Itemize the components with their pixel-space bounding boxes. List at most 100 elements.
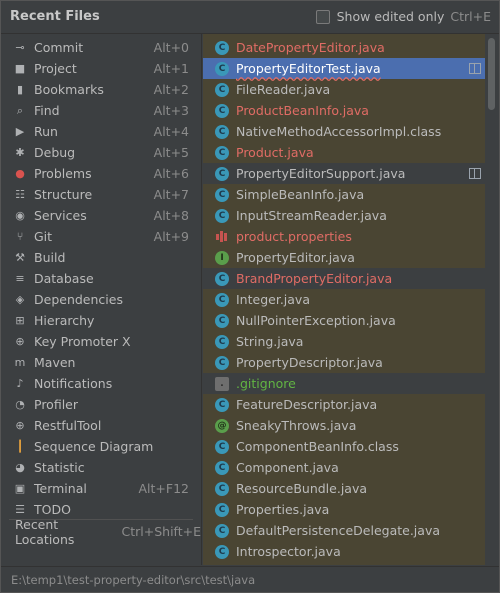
tool-window-notifications[interactable]: ♪ Notifications [1,373,201,394]
tool-window-statistic[interactable]: ◕ Statistic [1,457,201,478]
action-shortcut: Alt+0 [153,40,189,55]
recent-file-item[interactable]: C NativeMethodAccessorImpl.class [203,121,487,142]
file-name: Component.java [236,460,339,475]
java-class-icon: C [215,166,229,181]
action-label: Run [34,124,58,139]
java-class-icon: C [215,397,229,412]
recent-file-item[interactable]: C ProductBeanInfo.java [203,100,487,121]
java-class-icon: C [215,61,229,76]
scrollbar-thumb[interactable] [488,38,495,110]
java-class-icon: C [215,460,229,475]
file-name: product.properties [236,229,352,244]
terminal-icon: ▣ [14,482,26,495]
popup-title: Recent Files [10,9,100,24]
tool-window-find[interactable]: ⌕ Find Alt+3 [1,100,201,121]
show-edited-shortcut: Ctrl+E [450,9,491,24]
recent-file-item[interactable]: C BrandPropertyEditor.java [203,268,487,289]
tool-window-structure[interactable]: ☷ Structure Alt+7 [1,184,201,205]
tool-window-project[interactable]: ■ Project Alt+1 [1,58,201,79]
tool-window-bookmarks[interactable]: ▮ Bookmarks Alt+2 [1,79,201,100]
profiler-icon: ◔ [15,398,25,411]
tool-window-dependencies[interactable]: ◈ Dependencies [1,289,201,310]
recent-file-item[interactable]: C Introspector.java [203,541,487,562]
recent-file-item[interactable]: C FeatureDescriptor.java [203,394,487,415]
recent-file-item[interactable]: C InputStreamReader.java [203,205,487,226]
java-class-icon: C [215,103,229,118]
tool-window-commit[interactable]: ⊸ Commit Alt+0 [1,37,201,58]
checkbox-box[interactable] [315,9,330,24]
file-name: Introspector.java [236,544,341,559]
file-name: Integer.java [236,292,310,307]
recent-file-item[interactable]: C Product.java [203,142,487,163]
tool-window-restfultool[interactable]: ⊕ RestfulTool [1,415,201,436]
recent-file-item[interactable]: C PropertyEditorSupport.java [203,163,487,184]
action-label: Problems [34,166,92,181]
recent-file-item[interactable]: C DefaultPersistenceDelegate.java [203,520,487,541]
recent-file-item[interactable]: C SimpleBeanInfo.java [203,184,487,205]
tool-window-todo[interactable]: ☰ TODO [1,499,201,520]
java-class-icon: C [215,208,229,223]
tool-window-run[interactable]: ▶ Run Alt+4 [1,121,201,142]
action-shortcut: Alt+5 [153,145,189,160]
java-class-icon: C [215,355,229,370]
recent-file-item[interactable]: C Component.java [203,457,487,478]
action-label: Find [34,103,60,118]
tool-window-debug[interactable]: ✱ Debug Alt+5 [1,142,201,163]
file-name: ComponentBeanInfo.class [236,439,399,454]
recent-file-item[interactable]: C PropertyEditorTest.java [203,58,487,79]
action-label: Services [34,208,87,223]
tool-window-services[interactable]: ◉ Services Alt+8 [1,205,201,226]
tool-window-terminal[interactable]: ▣ Terminal Alt+F12 [1,478,201,499]
action-label: Dependencies [34,292,123,307]
recent-file-item[interactable]: C DatePropertyEditor.java [203,37,487,58]
show-edited-only-checkbox[interactable]: Show edited only Ctrl+E [315,9,491,24]
file-name: InputStreamReader.java [236,208,387,223]
java-class-icon: C [215,271,229,286]
commit-icon: ⊸ [15,41,25,54]
tool-window-maven[interactable]: m Maven [1,352,201,373]
recent-file-item[interactable]: C Properties.java [203,499,487,520]
action-shortcut: Alt+3 [153,103,189,118]
recent-files-list: C DatePropertyEditor.java C PropertyEditorT… [203,34,499,565]
file-name: PropertyEditorSupport.java [236,166,406,181]
recent-file-item[interactable]: @ SneakyThrows.java [203,415,487,436]
recent-file-item[interactable]: C ResourceBundle.java [203,478,487,499]
recent-file-item[interactable]: C FileReader.java [203,79,487,100]
tool-window-hierarchy[interactable]: ⊞ Hierarchy [1,310,201,331]
sequence-diagram-icon: ┃ [16,440,24,453]
action-label: TODO [34,502,71,517]
file-name: DatePropertyEditor.java [236,40,385,55]
recent-file-item[interactable]: product.properties [203,226,487,247]
recent-file-item[interactable]: C String.java [203,331,487,352]
tool-window-problems[interactable]: ● Problems Alt+6 [1,163,201,184]
tool-window-key-promoter-x[interactable]: ⊕ Key Promoter X [1,331,201,352]
recent-file-item[interactable]: C NullPointerException.java [203,310,487,331]
file-name: .gitignore [236,376,296,391]
file-name: PropertyEditor.java [236,250,355,265]
open-in-split-icon[interactable] [469,63,481,74]
bug-icon: ✱ [15,146,25,159]
java-class-icon: C [215,334,229,349]
action-label: Bookmarks [34,82,104,97]
recent-locations-item[interactable]: Recent Locations Ctrl+Shift+E [1,517,201,547]
open-in-split-icon[interactable] [469,168,481,179]
tool-window-database[interactable]: ≡ Database [1,268,201,289]
tool-window-sequence-diagram[interactable]: ┃ Sequence Diagram [1,436,201,457]
action-label: Key Promoter X [34,334,131,349]
tool-window-build[interactable]: ⚒ Build [1,247,201,268]
recent-file-item[interactable]: C ComponentBeanInfo.class [203,436,487,457]
search-icon: ⌕ [16,103,24,117]
file-name: Product.java [236,145,314,160]
tool-window-profiler[interactable]: ◔ Profiler [1,394,201,415]
recent-file-item[interactable]: C PropertyDescriptor.java [203,352,487,373]
recent-file-item[interactable]: . .gitignore [203,373,487,394]
recent-file-item[interactable]: C Integer.java [203,289,487,310]
file-list-scrollbar[interactable] [485,34,499,565]
recent-file-item[interactable]: I PropertyEditor.java [203,247,487,268]
java-class-icon: C [215,523,229,538]
tool-window-git[interactable]: ⑂ Git Alt+9 [1,226,201,247]
globe-icon: ⊕ [15,419,25,432]
action-label: Project [34,61,77,76]
file-name: PropertyEditorTest.java [236,61,381,76]
file-name: NullPointerException.java [236,313,396,328]
